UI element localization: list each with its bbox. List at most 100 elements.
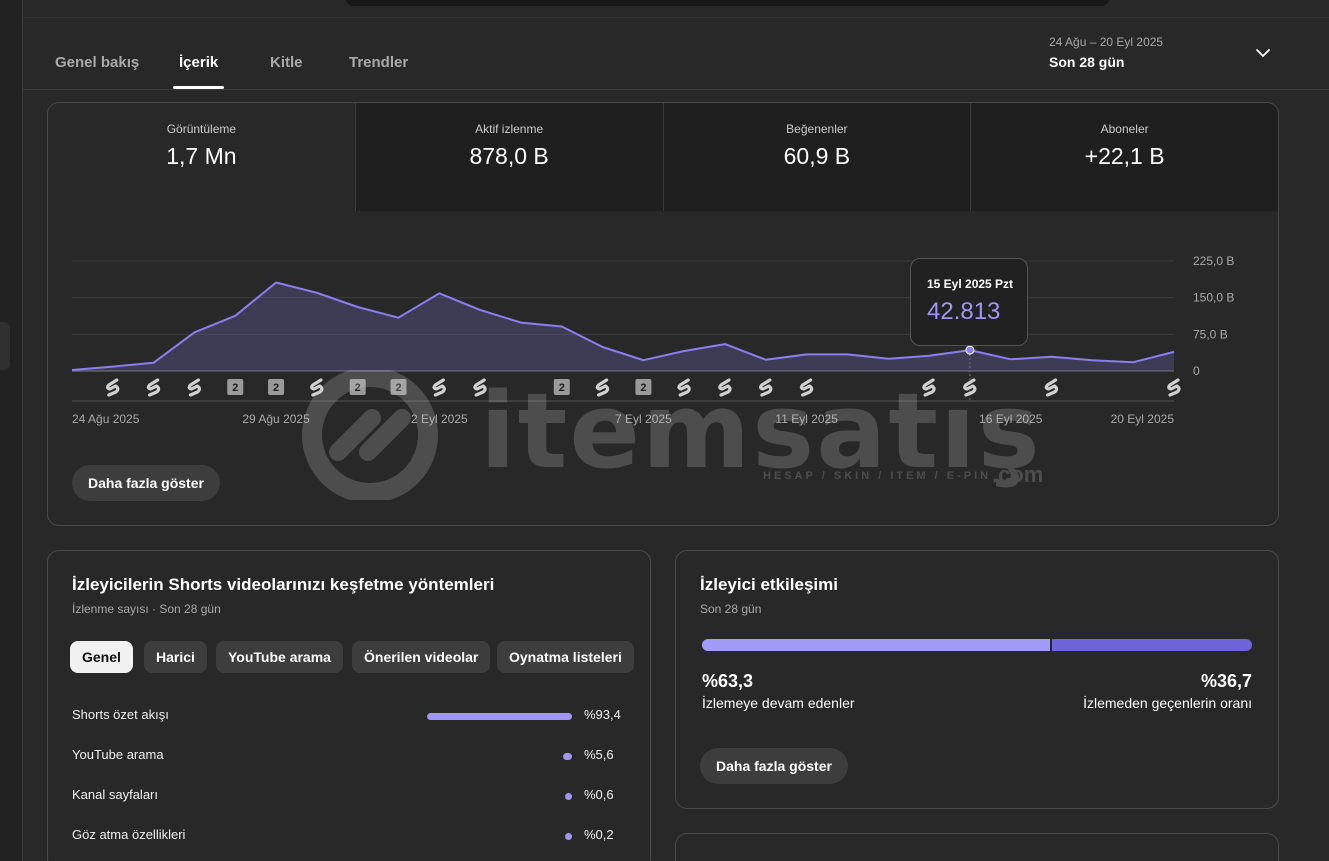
source-bar: [563, 753, 572, 760]
chart-point: [110, 364, 116, 370]
date-range-period: Son 28 gün: [1049, 54, 1125, 70]
x-tick-label: 16 Eyl 2025: [979, 412, 1043, 426]
chart-point: [1008, 356, 1014, 362]
shorts-icon: [105, 378, 120, 397]
left-sidebar: [0, 0, 23, 861]
date-range-text: 24 Ağu – 20 Eyl 2025: [1049, 35, 1164, 49]
chart-point: [232, 313, 238, 319]
shorts-icon: [922, 378, 936, 397]
source-name: Shorts özet akışı: [72, 707, 169, 722]
chart-point: [722, 341, 728, 347]
chip-suggested-videos[interactable]: Önerilen videolar: [352, 641, 491, 673]
shorts-icon: [1167, 378, 1181, 397]
chart-point: [355, 304, 361, 310]
highlight-point: [965, 345, 975, 355]
chip-playlists[interactable]: Oynatma listeleri: [497, 641, 634, 673]
show-more-button[interactable]: Daha fazla göster: [700, 748, 848, 784]
metric-tabs: Görüntüleme 1,7 Mn Aktif izlenme 878,0 B…: [48, 103, 1278, 211]
tab-trends[interactable]: Trendler: [349, 54, 408, 71]
metric-label: Beğenenler: [786, 122, 848, 136]
search-bar[interactable]: [345, 0, 1110, 6]
metric-label: Aboneler: [1100, 122, 1149, 136]
chip-general[interactable]: Genel: [70, 641, 133, 673]
chart-point: [763, 357, 769, 363]
shorts-icon: [799, 378, 814, 397]
stayed-bar: [702, 639, 1050, 651]
chart-point: [1130, 359, 1136, 365]
shorts-icon: [1044, 378, 1059, 397]
metric-value: 1,7 Mn: [166, 143, 237, 169]
source-percent: %0,2: [584, 827, 614, 842]
metric-subscribers[interactable]: Aboneler +22,1 B: [970, 103, 1278, 211]
metrics-chart-card: Görüntüleme 1,7 Mn Aktif izlenme 878,0 B…: [47, 102, 1279, 526]
tooltip-date: 15 Eyl 2025 Pzt: [927, 277, 1014, 291]
metric-value: +22,1 B: [1084, 143, 1165, 169]
chart-point: [1089, 357, 1095, 363]
source-percent: %93,4: [584, 707, 621, 722]
source-name: YouTube arama: [72, 747, 164, 762]
shorts-icon: [473, 378, 487, 397]
x-tick-label: 7 Eyl 2025: [615, 412, 672, 426]
swiped-label: İzlemeden geçenlerin oranı: [1083, 695, 1252, 711]
chart-point: [844, 351, 850, 357]
metric-engaged-views[interactable]: Aktif izlenme 878,0 B: [354, 103, 663, 211]
chart-point: [436, 290, 442, 296]
x-tick-label: 29 Ağu 2025: [242, 412, 310, 426]
discovery-card: İzleyicilerin Shorts videolarınızı keşfe…: [47, 550, 651, 861]
card-title: İzleyicilerin Shorts videolarınızı keşfe…: [72, 575, 495, 594]
tab-content[interactable]: İçerik: [172, 54, 225, 89]
studio-page: Genel bakış İçerik Kitle Trendler 24 Ağu…: [0, 0, 1329, 861]
x-tick-label: 2 Eyl 2025: [411, 412, 468, 426]
tab-overview[interactable]: Genel bakış: [55, 54, 139, 71]
metric-likes[interactable]: Beğenenler 60,9 B: [662, 103, 971, 211]
marker-count-label: 2: [559, 382, 565, 394]
x-tick-label: 24 Ağu 2025: [72, 412, 140, 426]
chart-point: [518, 320, 524, 326]
chart-point: [885, 356, 891, 362]
shorts-icon: [963, 378, 977, 397]
chart-tooltip: 15 Eyl 2025 Pzt 42.813: [910, 258, 1028, 346]
tooltip-value: 42.813: [927, 298, 1001, 325]
marker-count-label: 2: [355, 382, 361, 394]
list-item: YouTube arama %5,6: [72, 745, 618, 765]
sidebar-handle[interactable]: [0, 322, 10, 370]
metric-value: 878,0 B: [469, 143, 549, 169]
shorts-icon: [718, 378, 732, 397]
chart-point: [1049, 354, 1055, 360]
date-range-picker[interactable]: 24 Ağu – 20 Eyl 2025 Son 28 gün: [1049, 35, 1163, 70]
chevron-down-icon[interactable]: [1253, 43, 1273, 63]
tab-audience[interactable]: Kitle: [270, 54, 303, 71]
swiped-percent: %36,7: [1200, 671, 1252, 691]
y-tick-label: 0: [1193, 364, 1200, 378]
y-tick-label: 225,0 B: [1193, 254, 1234, 268]
swiped-bar: [1052, 639, 1252, 651]
shorts-icon: [595, 378, 610, 397]
next-card: [675, 833, 1279, 861]
shorts-icon: [187, 378, 202, 397]
source-name: Göz atma özellikleri: [72, 827, 186, 842]
chart-point: [926, 353, 932, 359]
chart-point: [600, 344, 606, 350]
y-tick-label: 150,0 B: [1193, 291, 1234, 305]
card-subtitle: Son 28 gün: [700, 602, 762, 616]
chart-point: [804, 351, 810, 357]
metric-views[interactable]: Görüntüleme 1,7 Mn: [48, 103, 355, 211]
chip-youtube-search[interactable]: YouTube arama: [216, 641, 343, 673]
marker-count-label: 2: [273, 382, 279, 394]
x-tick-label: 11 Eyl 2025: [775, 412, 838, 426]
chip-external[interactable]: Harici: [144, 641, 207, 673]
chart-point: [191, 329, 197, 335]
metric-label: Aktif izlenme: [475, 122, 544, 136]
metric-value: 60,9 B: [783, 143, 851, 169]
list-item: Kanal sayfaları %0,6: [72, 785, 618, 805]
header-divider: [23, 17, 1329, 18]
source-percent: %0,6: [584, 787, 614, 802]
show-more-button[interactable]: Daha fazla göster: [72, 465, 220, 501]
stayed-label: İzlemeye devam edenler: [702, 695, 855, 711]
chart-point: [69, 367, 75, 373]
source-percent: %5,6: [584, 747, 614, 762]
shorts-icon: [432, 378, 446, 397]
chart-point: [314, 290, 320, 296]
marker-count-label: 2: [395, 382, 401, 394]
chart-point: [273, 280, 279, 286]
